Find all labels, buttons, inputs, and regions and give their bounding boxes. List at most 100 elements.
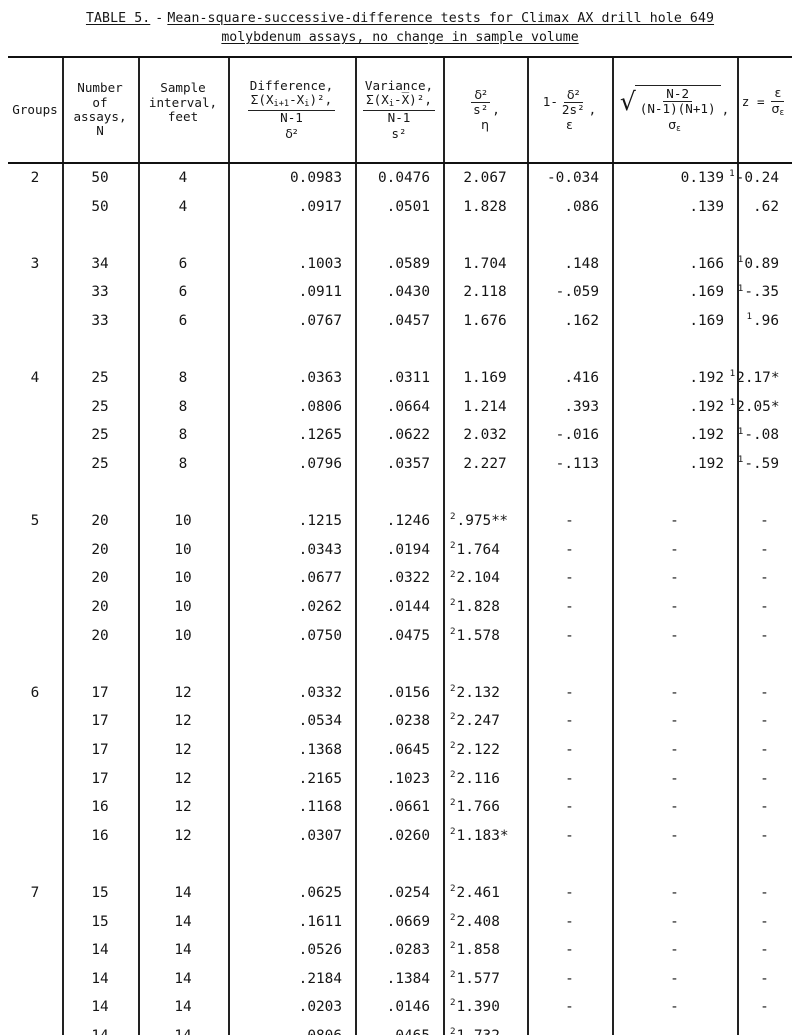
z-value: -: [737, 679, 792, 708]
z-value: 1 -0.24: [729, 164, 792, 193]
no-data-dash: -: [670, 1028, 679, 1035]
variance-value: .0146: [355, 993, 443, 1022]
table-row: 16 12 .0307 .0260 2 1.183 * - - -: [8, 822, 792, 851]
table-row: 33 6 .0767 .0457 1.676 .162 .169 1.96: [8, 307, 792, 336]
z-value: -: [737, 936, 792, 965]
no-data-dash: -: [670, 713, 679, 730]
assay-count-value: 50: [91, 170, 109, 187]
one-minus-value: -0.034: [527, 164, 612, 193]
sigma-epsilon-value: 0.139: [612, 164, 737, 193]
group-label: [8, 793, 62, 822]
assay-count-value: 25: [91, 398, 109, 415]
sigma-epsilon-value: -: [612, 764, 737, 793]
sigma-epsilon-value: -: [612, 593, 737, 622]
variance-value: .0144: [355, 593, 443, 622]
ratio-value: 2 1.858: [443, 936, 527, 965]
one-minus-number: -.113: [555, 456, 599, 473]
sample-interval-value: 8: [178, 370, 188, 387]
difference-number: .0911: [298, 284, 342, 301]
group-label: [8, 965, 62, 994]
ratio-number: 1.858: [456, 942, 500, 959]
variance-number: .0430: [386, 284, 430, 301]
assay-count: 50: [62, 164, 138, 193]
sample-interval: 10: [138, 536, 228, 565]
assay-count-value: 20: [91, 627, 109, 644]
variance-numerator: Σ(Xi-X̅)²,: [363, 93, 435, 112]
assay-count-value: 20: [91, 599, 109, 615]
variance-number: .0144: [386, 599, 430, 615]
no-data-dash: -: [760, 684, 769, 701]
assay-count-value: 33: [91, 313, 109, 330]
table-row: 16 12 .1168 .0661 2 1.766 - - -: [8, 793, 792, 822]
sigma-eps-denominator: (N-1)(N+1): [639, 101, 716, 117]
assay-count-value: 34: [91, 255, 109, 272]
sigma-epsilon-value: .192: [612, 450, 737, 479]
table-body: 2 50 4 0.0983 0.0476 2.067 -0.034 0.139 1 -0.24 50…: [8, 164, 792, 1035]
footnote-marker: 2: [450, 911, 456, 923]
sample-interval-value: 6: [178, 284, 188, 301]
difference-symbol: δ²: [285, 125, 298, 141]
table-row: 15 14 .1611 .0669 2 2.408 - - -: [8, 907, 792, 936]
difference-number: .1168: [298, 799, 342, 816]
z-value: -: [737, 507, 792, 536]
group-label: [8, 593, 62, 622]
assay-count: 14: [62, 936, 138, 965]
sample-interval: 8: [138, 421, 228, 450]
table-row: 7 15 14 .0625 .0254 2 2.461 - - -: [8, 879, 792, 908]
no-data-dash: -: [670, 999, 679, 1016]
table-row: 14 14 .2184 .1384 2 1.577 - - -: [8, 965, 792, 994]
group-label: [8, 622, 62, 651]
difference-number: .1003: [298, 255, 342, 272]
no-data-dash: -: [670, 913, 679, 930]
group-separator: [8, 650, 792, 679]
ratio-number: 2.104: [456, 570, 500, 587]
ratio-value: 2.118: [443, 278, 527, 307]
table-row: 5 20 10 .1215 .1246 2.975 ** - - -: [8, 507, 792, 536]
group-label: [8, 450, 62, 479]
variance-number: .0664: [386, 398, 430, 415]
variance-value: .0311: [355, 364, 443, 393]
sigma-epsilon-value: -: [612, 1022, 737, 1035]
table-row: 14 14 .0203 .0146 2 1.390 - - -: [8, 993, 792, 1022]
difference-value: .2165: [228, 764, 355, 793]
variance-value: .0430: [355, 278, 443, 307]
one-minus-value: -: [527, 736, 612, 765]
group-number: 2: [30, 170, 40, 187]
sigma-epsilon-number: .192: [689, 398, 724, 415]
variance-value: .0475: [355, 622, 443, 651]
z-value: -: [737, 622, 792, 651]
table-row: 17 12 .2165 .1023 2 2.116 - - -: [8, 764, 792, 793]
difference-value: .0625: [228, 879, 355, 908]
sample-interval-value: 12: [174, 713, 192, 730]
sigma-epsilon-number: .169: [689, 313, 724, 330]
difference-value: .0363: [228, 364, 355, 393]
assay-count: 15: [62, 907, 138, 936]
ratio-number: 1.169: [463, 370, 507, 387]
footnote-marker: 1: [737, 425, 744, 437]
variance-number: .0357: [386, 456, 430, 473]
sigma-epsilon-value: -: [612, 679, 737, 708]
difference-value: .0307: [228, 822, 355, 851]
ratio-number: 1.577: [456, 970, 500, 987]
one-minus-value: -: [527, 507, 612, 536]
variance-value: .0156: [355, 679, 443, 708]
header-sigma-epsilon: √ N-2 (N-1)(N+1) , σε: [612, 58, 737, 162]
footnote-marker: 2: [450, 997, 456, 1009]
sample-interval: 12: [138, 822, 228, 851]
one-minus-value: -: [527, 536, 612, 565]
assay-count: 16: [62, 822, 138, 851]
sigma-eps-symbol: σε: [668, 116, 681, 134]
no-data-dash: -: [670, 770, 679, 787]
sample-interval: 10: [138, 507, 228, 536]
difference-number: .2165: [298, 770, 342, 787]
one-minus-value: .148: [527, 250, 612, 279]
variance-value: .0260: [355, 822, 443, 851]
difference-number: .1368: [298, 741, 342, 758]
group-label: [8, 536, 62, 565]
z-prefix: z =: [741, 94, 765, 110]
assay-count: 20: [62, 593, 138, 622]
sample-interval: 10: [138, 593, 228, 622]
difference-value: .0534: [228, 707, 355, 736]
table-row: 6 17 12 .0332 .0156 2 2.132 - - -: [8, 679, 792, 708]
variance-value: .1023: [355, 764, 443, 793]
